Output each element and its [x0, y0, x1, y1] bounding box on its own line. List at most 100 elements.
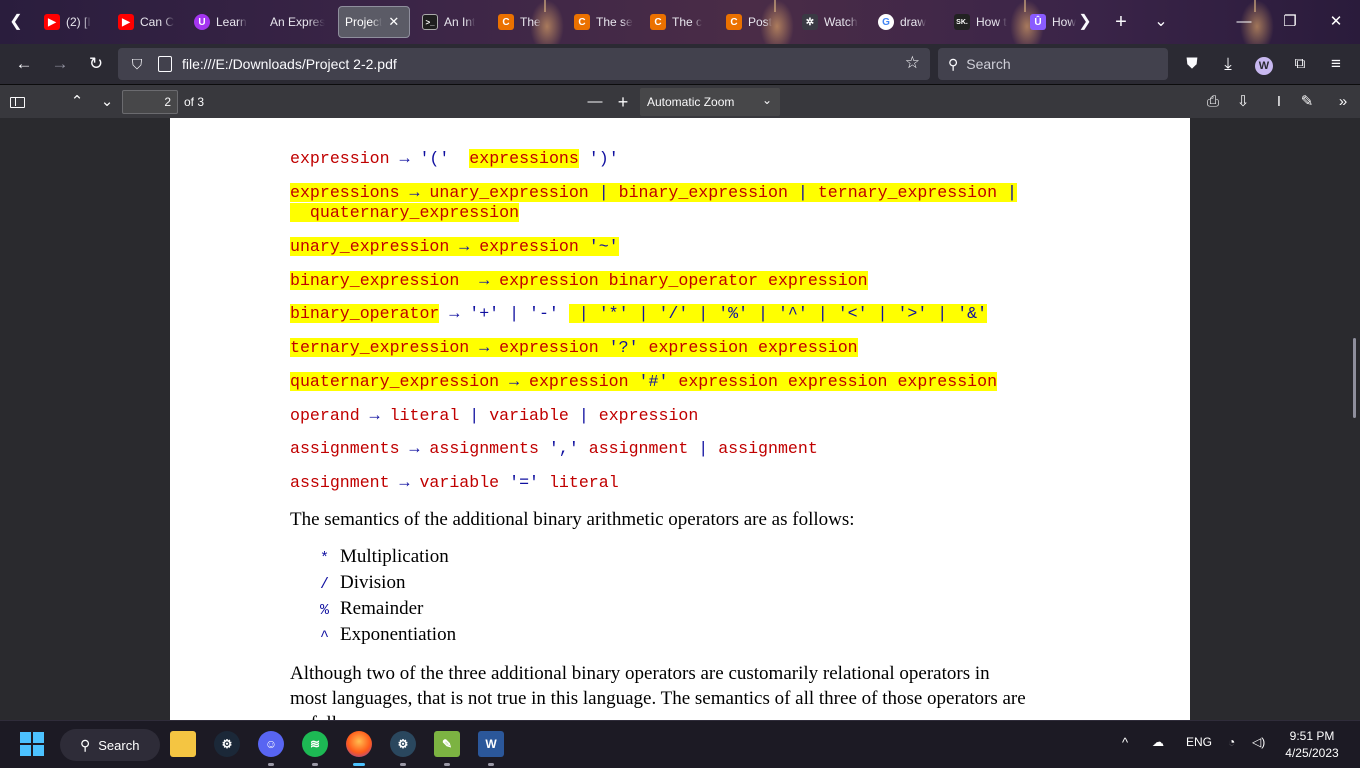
discord-icon[interactable]: ☺ — [258, 731, 284, 757]
pdf-viewer[interactable]: expression → '(' expressions ')' express… — [0, 118, 1360, 720]
firefox-icon[interactable] — [346, 731, 372, 757]
tab-strip: ❮ ▶ (2) [I ▶ Can C U Learn An Expres Pro… — [0, 0, 1360, 44]
text-cursor-icon[interactable]: I — [1266, 89, 1292, 115]
restore-window-button[interactable]: ❐ — [1276, 8, 1304, 36]
tab-sk[interactable]: SK. How t — [948, 6, 1024, 38]
windows-start-icon[interactable] — [20, 732, 44, 756]
google-icon: G — [878, 14, 894, 30]
tab-youtube-2[interactable]: ▶ Can C — [112, 6, 188, 38]
tab-chegg-2[interactable]: C The se — [568, 6, 644, 38]
url-text[interactable]: file:///E:/Downloads/Project 2-2.pdf — [182, 56, 397, 72]
tab-watch[interactable]: ✲ Watch — [796, 6, 872, 38]
tab-how[interactable]: Û How — [1024, 6, 1078, 38]
grammar-line: ternary_expression → expression '?' expr… — [290, 338, 858, 357]
tabs-scroll-right-icon[interactable]: ❯ — [1074, 11, 1096, 33]
page-number-input[interactable] — [122, 90, 178, 114]
running-indicator — [312, 763, 318, 766]
paragraph-line: as follows: — [290, 711, 373, 720]
tab-terminal[interactable]: >_ An Int — [416, 6, 492, 38]
tab-udemy[interactable]: U Learn — [188, 6, 264, 38]
new-tab-button[interactable]: + — [1110, 11, 1132, 33]
more-tools-icon[interactable]: » — [1330, 89, 1356, 115]
zoom-select[interactable]: Automatic Zoom ⌄ — [640, 88, 780, 116]
operator-item: ^ Exponentiation — [320, 624, 457, 645]
scrollbar-thumb[interactable] — [1353, 338, 1356, 418]
reload-button[interactable]: ↻ — [82, 50, 110, 78]
app-menu-icon[interactable]: ≡ — [1322, 50, 1350, 78]
save-icon[interactable]: ⇩ — [1230, 89, 1256, 115]
steam-icon[interactable]: ⚙ — [390, 731, 416, 757]
tracking-protection-shield-icon[interactable]: ⛉ — [128, 56, 146, 73]
semantics-intro: The semantics of the additional binary a… — [290, 509, 855, 530]
tab-chegg-1[interactable]: C The — [492, 6, 568, 38]
grammar-token: expressions — [469, 149, 579, 168]
file-explorer-icon[interactable] — [170, 731, 196, 757]
minimize-window-button[interactable]: — — [1230, 8, 1258, 36]
previous-page-icon[interactable]: ⌃ — [64, 89, 90, 115]
pocket-icon[interactable]: ⛊ — [1178, 50, 1206, 78]
youtube-icon: ▶ — [118, 14, 134, 30]
notepad-icon[interactable]: ✎ — [434, 731, 460, 757]
draw-pen-icon[interactable]: ✎ — [1294, 89, 1320, 115]
show-hidden-icons-chevron-icon[interactable]: ^ — [1122, 735, 1128, 750]
search-icon: ⚲ — [948, 55, 959, 72]
running-indicator — [268, 763, 274, 766]
tab-youtube-1[interactable]: ▶ (2) [I — [38, 6, 112, 38]
address-bar[interactable]: ⛉ file:///E:/Downloads/Project 2-2.pdf ☆ — [118, 48, 930, 80]
search-placeholder: Search — [966, 56, 1011, 72]
system-clock[interactable]: 9:51 PM 4/25/2023 — [1280, 728, 1344, 762]
close-tab-icon[interactable]: ✕ — [388, 14, 399, 30]
grammar-line: assignment → variable '=' literal — [290, 473, 619, 492]
puzzle-icon: ✲ — [802, 14, 818, 30]
account-avatar[interactable]: W — [1250, 50, 1278, 78]
shield-u-icon: Û — [1030, 14, 1046, 30]
page-count: of 3 — [184, 95, 205, 109]
zoom-in-icon[interactable]: + — [610, 89, 636, 115]
toggle-sidebar-icon[interactable] — [4, 89, 30, 115]
back-button[interactable]: ← — [10, 50, 38, 78]
extensions-icon[interactable]: ⧉ — [1286, 50, 1314, 78]
onedrive-cloud-icon[interactable]: ☁ — [1152, 735, 1164, 749]
grammar-line: binary_expression → expression binary_op… — [290, 271, 868, 290]
tabs-scroll-left-icon[interactable]: ❮ — [5, 11, 27, 33]
search-bar[interactable]: ⚲ Search — [938, 48, 1168, 80]
running-indicator — [444, 763, 450, 766]
list-all-tabs-icon[interactable]: ⌄ — [1150, 11, 1172, 33]
grammar-line: binary_operator → '+' | '-' | '*' | '/' … — [290, 304, 988, 323]
downloads-icon[interactable]: ⤓ — [1214, 50, 1242, 78]
pdf-toolbar: ⌃ ⌄ of 3 — + Automatic Zoom ⌄ ⎙ ⇩ I ✎ » — [0, 84, 1360, 118]
sk-icon: SK. — [954, 14, 970, 30]
wifi-icon[interactable]: ◔ — [1228, 735, 1235, 749]
operator-item: % Remainder — [320, 598, 424, 619]
navigation-toolbar: ← → ↻ ⛉ file:///E:/Downloads/Project 2-2… — [0, 44, 1360, 84]
search-icon: ⚲ — [80, 736, 91, 753]
tab-project-pdf[interactable]: Project ✕ — [338, 6, 410, 38]
language-indicator[interactable]: ENG — [1186, 735, 1212, 749]
spotify-icon[interactable]: ≋ — [302, 731, 328, 757]
zoom-out-icon[interactable]: — — [582, 89, 608, 115]
tab-chegg-4[interactable]: C Post — [720, 6, 796, 38]
grammar-line: unary_expression → expression '~' — [290, 237, 619, 256]
bookmark-star-icon[interactable]: ☆ — [905, 53, 920, 73]
grammar-token: expression — [290, 149, 390, 168]
chegg-icon: C — [650, 14, 666, 30]
running-indicator — [488, 763, 494, 766]
grammar-line: expressions → unary_expression | binary_… — [290, 183, 1017, 202]
tab-expression[interactable]: An Expres — [264, 6, 338, 38]
taskbar-search[interactable]: ⚲ Search — [60, 729, 160, 761]
tab-chegg-3[interactable]: C The c — [644, 6, 720, 38]
print-icon[interactable]: ⎙ — [1200, 89, 1226, 115]
steam-icon[interactable]: ⚙ — [214, 731, 240, 757]
terminal-icon: >_ — [422, 14, 438, 30]
close-window-button[interactable]: ✕ — [1322, 8, 1350, 36]
chegg-icon: C — [498, 14, 514, 30]
tab-google-draw[interactable]: G draw — [872, 6, 948, 38]
pdf-page: expression → '(' expressions ')' express… — [170, 118, 1190, 720]
grammar-line: quaternary_expression → expression '#' e… — [290, 372, 998, 391]
forward-button[interactable]: → — [46, 50, 74, 78]
grammar-line: quaternary_expression — [290, 203, 520, 222]
word-icon[interactable]: W — [478, 731, 504, 757]
next-page-icon[interactable]: ⌄ — [94, 89, 120, 115]
volume-icon[interactable]: ◁) — [1252, 735, 1265, 749]
paragraph-line: most languages, that is not true in this… — [290, 688, 1026, 709]
